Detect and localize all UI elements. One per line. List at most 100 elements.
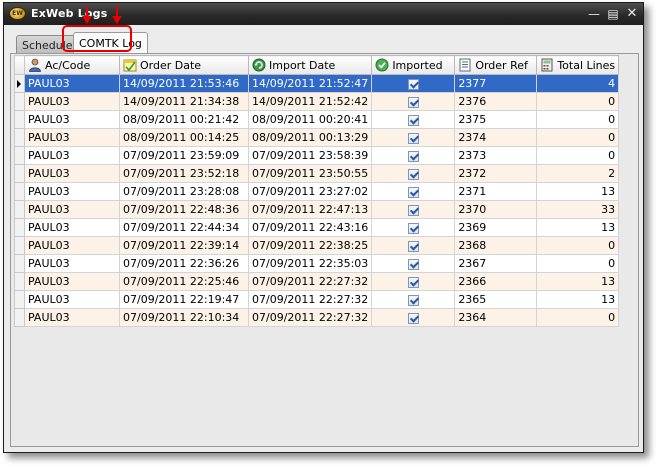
cell-total-lines[interactable]: 33 [536, 200, 620, 219]
cell-order-date[interactable]: 07/09/2011 22:44:34 [119, 218, 249, 237]
cell-import-date[interactable]: 14/09/2011 21:52:47 [247, 74, 373, 93]
cell-order-ref[interactable]: 2377 [454, 74, 538, 93]
cell-import-date[interactable]: 08/09/2011 00:13:29 [247, 128, 373, 147]
row-indicator[interactable] [14, 200, 25, 219]
cell-order-date[interactable]: 07/09/2011 22:19:47 [119, 290, 249, 309]
table-row[interactable]: PAUL03 07/09/2011 23:52:18 07/09/2011 23:5… [14, 164, 620, 183]
cell-order-date[interactable]: 14/09/2011 21:34:38 [119, 92, 249, 111]
cell-order-date[interactable]: 07/09/2011 23:28:08 [119, 182, 249, 201]
tab-comtk-log[interactable]: COMTK Log [73, 32, 148, 54]
row-indicator[interactable] [14, 236, 25, 255]
cell-total-lines[interactable]: 0 [536, 128, 620, 147]
cell-ac-code[interactable]: PAUL03 [24, 272, 120, 291]
cell-order-date[interactable]: 07/09/2011 23:52:18 [119, 164, 249, 183]
cell-order-date[interactable]: 08/09/2011 00:14:25 [119, 128, 249, 147]
cell-total-lines[interactable]: 13 [536, 182, 620, 201]
cell-total-lines[interactable]: 0 [536, 146, 620, 165]
cell-imported[interactable] [371, 290, 456, 309]
cell-ac-code[interactable]: PAUL03 [24, 74, 120, 93]
imported-checkbox[interactable] [407, 114, 419, 126]
cell-order-date[interactable]: 07/09/2011 22:36:26 [119, 254, 249, 273]
column-header-ac-code[interactable]: Ac/Code [24, 55, 120, 75]
column-header-import-date[interactable]: Import Date [247, 55, 373, 75]
imported-checkbox[interactable] [407, 258, 419, 270]
tab-schedule[interactable]: Schedule [16, 35, 79, 54]
cell-order-date[interactable]: 07/09/2011 22:25:46 [119, 272, 249, 291]
cell-total-lines[interactable]: 13 [536, 272, 620, 291]
row-indicator[interactable] [14, 74, 25, 93]
cell-import-date[interactable]: 07/09/2011 22:38:25 [247, 236, 373, 255]
cell-total-lines[interactable]: 13 [536, 290, 620, 309]
table-row[interactable]: PAUL03 07/09/2011 23:59:09 07/09/2011 23:5… [14, 146, 620, 165]
cell-total-lines[interactable]: 0 [536, 92, 620, 111]
row-indicator[interactable] [14, 290, 25, 309]
cell-import-date[interactable]: 07/09/2011 22:27:32 [247, 272, 373, 291]
imported-checkbox[interactable] [407, 312, 419, 324]
cell-imported[interactable] [371, 146, 456, 165]
table-row[interactable]: PAUL03 08/09/2011 00:21:42 08/09/2011 00:2… [14, 110, 620, 129]
column-header-order-ref[interactable]: Order Ref [454, 55, 538, 75]
cell-ac-code[interactable]: PAUL03 [24, 236, 120, 255]
cell-order-date[interactable]: 08/09/2011 00:21:42 [119, 110, 249, 129]
cell-imported[interactable] [371, 236, 456, 255]
cell-order-ref[interactable]: 2375 [454, 110, 538, 129]
table-row[interactable]: PAUL03 08/09/2011 00:14:25 08/09/2011 00:1… [14, 128, 620, 147]
cell-total-lines[interactable]: 0 [536, 308, 620, 327]
imported-checkbox[interactable] [407, 78, 419, 90]
cell-total-lines[interactable]: 4 [536, 74, 620, 93]
column-header-order-date[interactable]: Order Date [119, 55, 249, 75]
cell-ac-code[interactable]: PAUL03 [24, 200, 120, 219]
row-indicator[interactable] [14, 272, 25, 291]
close-icon[interactable]: ✕ [624, 6, 640, 22]
table-row[interactable]: PAUL03 07/09/2011 22:36:26 07/09/2011 22:3… [14, 254, 620, 273]
cell-order-ref[interactable]: 2372 [454, 164, 538, 183]
cell-order-ref[interactable]: 2374 [454, 128, 538, 147]
table-row[interactable]: PAUL03 14/09/2011 21:53:46 14/09/2011 21:5… [14, 74, 620, 93]
cell-imported[interactable] [371, 218, 456, 237]
table-row[interactable]: PAUL03 07/09/2011 22:44:34 07/09/2011 22:4… [14, 218, 620, 237]
cell-order-ref[interactable]: 2371 [454, 182, 538, 201]
cell-order-ref[interactable]: 2365 [454, 290, 538, 309]
cell-order-ref[interactable]: 2373 [454, 146, 538, 165]
cell-import-date[interactable]: 14/09/2011 21:52:42 [247, 92, 373, 111]
cell-imported[interactable] [371, 200, 456, 219]
cell-ac-code[interactable]: PAUL03 [24, 92, 120, 111]
cell-imported[interactable] [371, 128, 456, 147]
cell-import-date[interactable]: 07/09/2011 23:27:02 [247, 182, 373, 201]
table-row[interactable]: PAUL03 14/09/2011 21:34:38 14/09/2011 21:5… [14, 92, 620, 111]
table-row[interactable]: PAUL03 07/09/2011 22:39:14 07/09/2011 22:3… [14, 236, 620, 255]
row-indicator[interactable] [14, 146, 25, 165]
cell-ac-code[interactable]: PAUL03 [24, 290, 120, 309]
cell-import-date[interactable]: 07/09/2011 23:58:39 [247, 146, 373, 165]
row-indicator[interactable] [14, 308, 25, 327]
imported-checkbox[interactable] [407, 240, 419, 252]
cell-ac-code[interactable]: PAUL03 [24, 218, 120, 237]
imported-checkbox[interactable] [407, 276, 419, 288]
cell-total-lines[interactable]: 13 [536, 218, 620, 237]
table-row[interactable]: PAUL03 07/09/2011 22:48:36 07/09/2011 22:4… [14, 200, 620, 219]
cell-ac-code[interactable]: PAUL03 [24, 182, 120, 201]
imported-checkbox[interactable] [407, 222, 419, 234]
cell-order-date[interactable]: 07/09/2011 22:39:14 [119, 236, 249, 255]
cell-import-date[interactable]: 07/09/2011 23:50:55 [247, 164, 373, 183]
cell-ac-code[interactable]: PAUL03 [24, 110, 120, 129]
cell-import-date[interactable]: 07/09/2011 22:43:16 [247, 218, 373, 237]
cell-imported[interactable] [371, 254, 456, 273]
row-indicator[interactable] [14, 218, 25, 237]
cell-order-date[interactable]: 07/09/2011 23:59:09 [119, 146, 249, 165]
cell-imported[interactable] [371, 74, 456, 93]
cell-order-ref[interactable]: 2366 [454, 272, 538, 291]
table-row[interactable]: PAUL03 07/09/2011 22:25:46 07/09/2011 22:2… [14, 272, 620, 291]
table-row[interactable]: PAUL03 07/09/2011 22:19:47 07/09/2011 22:2… [14, 290, 620, 309]
cell-import-date[interactable]: 07/09/2011 22:47:13 [247, 200, 373, 219]
column-header-imported[interactable]: Imported [371, 55, 456, 75]
row-indicator[interactable] [14, 110, 25, 129]
maximize-icon[interactable]: ▤ [605, 6, 621, 22]
cell-imported[interactable] [371, 92, 456, 111]
cell-imported[interactable] [371, 272, 456, 291]
cell-order-ref[interactable]: 2367 [454, 254, 538, 273]
row-indicator[interactable] [14, 254, 25, 273]
cell-order-ref[interactable]: 2368 [454, 236, 538, 255]
row-indicator[interactable] [14, 164, 25, 183]
cell-ac-code[interactable]: PAUL03 [24, 146, 120, 165]
